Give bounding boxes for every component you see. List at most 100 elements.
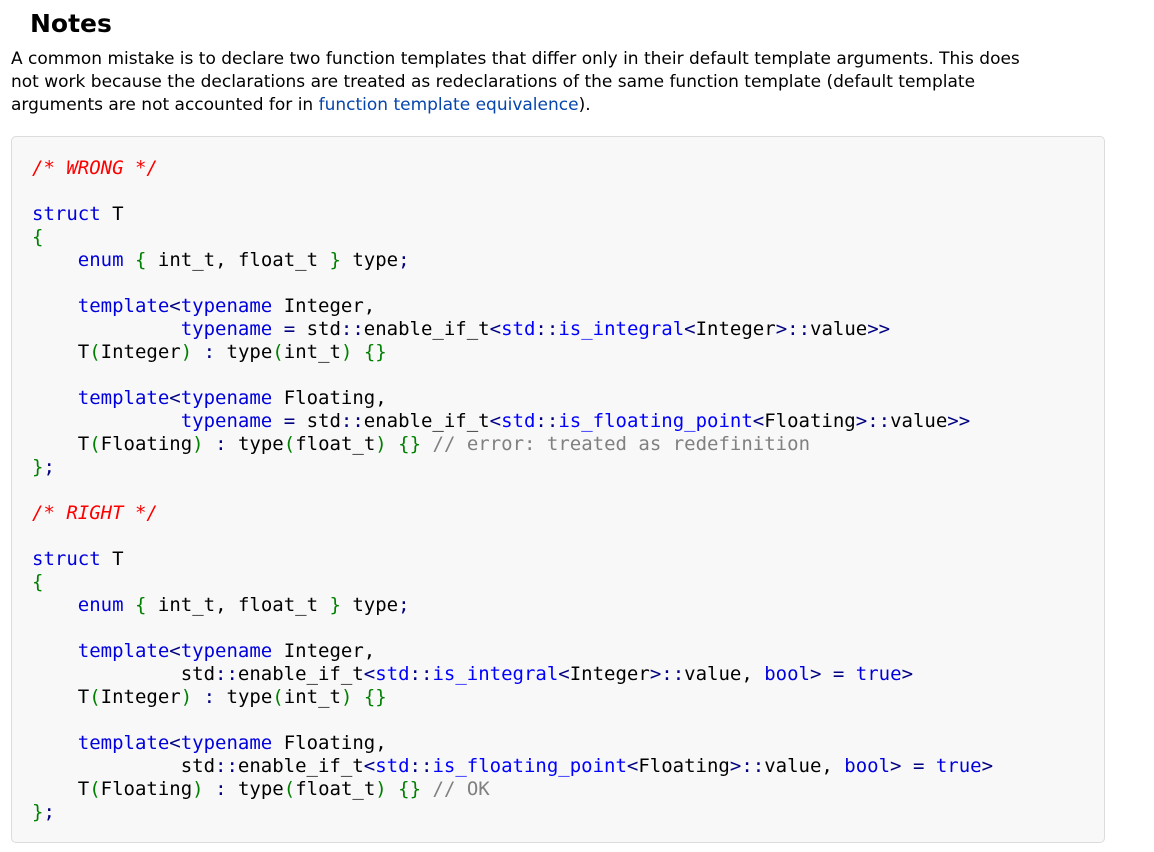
code-token: >>	[867, 318, 891, 340]
code-token: Integer	[100, 341, 181, 363]
code-token: value,	[764, 755, 845, 777]
code-token: T	[32, 341, 90, 363]
code-token: value	[890, 410, 948, 432]
code-token: ::	[409, 663, 433, 685]
code-token: Integer,	[272, 295, 376, 317]
code-token: enable_if_t	[363, 318, 490, 340]
code-token: template	[77, 640, 170, 662]
code-token: {}	[398, 433, 422, 455]
code-token: <	[489, 318, 502, 340]
code-token: typename	[180, 732, 273, 754]
code-line: typename = std::enable_if_t<std::is_inte…	[32, 318, 993, 341]
code-token: <	[169, 640, 181, 662]
code-line: /* WRONG */	[32, 157, 993, 180]
code-token: :	[215, 433, 227, 455]
code-token: )	[192, 778, 204, 800]
code-token: )	[340, 686, 353, 708]
code-line: {	[32, 226, 993, 249]
code-token: std	[295, 318, 341, 340]
code-token: Integer	[100, 686, 181, 708]
code-token: ::	[409, 755, 433, 777]
code-token: float_t	[295, 778, 376, 800]
code-token: typename	[180, 410, 273, 432]
code-token: ;	[43, 801, 55, 823]
code-token: )	[340, 341, 353, 363]
code-token: (	[89, 341, 101, 363]
code-token: T	[100, 203, 124, 225]
code-token: ::	[340, 318, 364, 340]
code-token: (	[89, 433, 101, 455]
code-token: (	[272, 686, 284, 708]
code-token: struct	[32, 548, 101, 570]
code-token: value	[810, 318, 868, 340]
code-comment: // OK	[432, 778, 490, 800]
code-token: (	[283, 778, 296, 800]
code-token: T	[100, 548, 124, 570]
notes-paragraph-end: ).	[578, 95, 591, 115]
code-token: Integer,	[272, 640, 376, 662]
code-token: typename	[180, 295, 273, 317]
code-token: (	[283, 433, 296, 455]
code-token: (	[89, 778, 101, 800]
code-token: type	[215, 341, 273, 363]
code-token: <	[363, 663, 376, 685]
code-token: (	[272, 341, 284, 363]
code-token: )	[375, 778, 387, 800]
code-token: <	[558, 663, 570, 685]
code-token: }	[329, 249, 341, 271]
code-token: <	[626, 755, 639, 777]
code-line: template<typename Integer,	[32, 295, 993, 318]
code-token: }	[32, 801, 44, 823]
code-token: ;	[43, 456, 55, 478]
function-template-equivalence-link[interactable]: function template equivalence	[319, 95, 579, 115]
code-token: >	[809, 663, 822, 685]
code-token: {	[32, 226, 44, 248]
code-token: {}	[363, 686, 387, 708]
code-token: <	[169, 732, 181, 754]
code-token: {}	[398, 778, 422, 800]
code-token: template	[77, 387, 170, 409]
code-line: T(Integer) : type(int_t) {}	[32, 686, 993, 709]
code-line: enum { int_t, float_t } type;	[32, 594, 993, 617]
code-token: ;	[398, 594, 410, 616]
code-token: int_t	[283, 686, 341, 708]
code-token: =	[283, 318, 296, 340]
code-token: type	[340, 594, 399, 616]
code-token: {	[32, 571, 44, 593]
code-token: >::	[855, 410, 891, 432]
code-token: type	[226, 778, 284, 800]
code-token: value,	[684, 663, 765, 685]
code-token: type	[340, 249, 399, 271]
code-token: Floating	[638, 755, 730, 777]
code-token: Floating,	[272, 732, 387, 754]
code-token: <	[169, 387, 181, 409]
code-token: {	[134, 594, 147, 616]
section-heading-notes: Notes	[30, 9, 112, 38]
code-token: =	[832, 663, 845, 685]
code-token: )	[375, 433, 387, 455]
code-token: std	[375, 755, 410, 777]
code-token: enable_if_t	[237, 663, 364, 685]
code-line: std::enable_if_t<std::is_integral<Intege…	[32, 663, 993, 686]
code-token: }	[329, 594, 341, 616]
code-token: int_t, float_t	[146, 249, 330, 271]
code-line: enum { int_t, float_t } type;	[32, 249, 993, 272]
notes-paragraph-line: not work because the declarations are tr…	[11, 72, 976, 92]
code-line: template<typename Floating,	[32, 387, 993, 410]
